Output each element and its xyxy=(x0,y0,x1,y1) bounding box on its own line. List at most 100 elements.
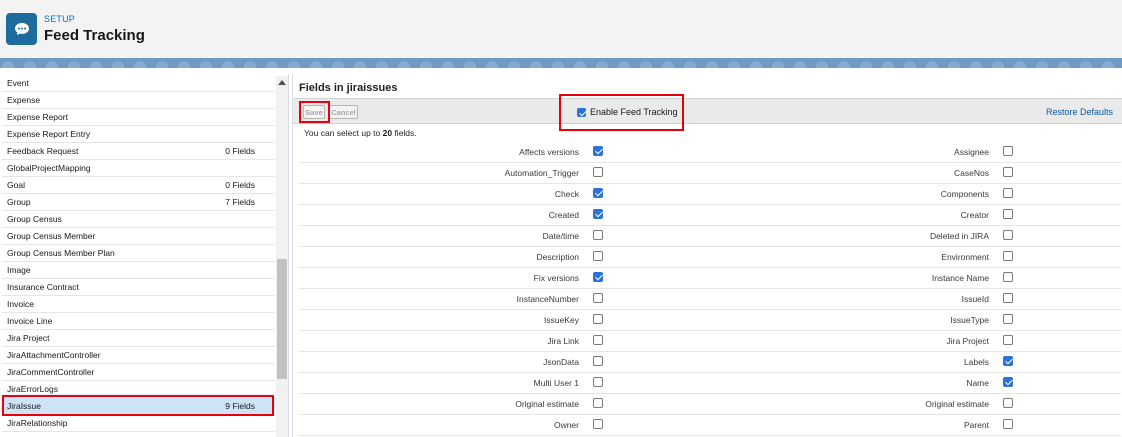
field-label: Environment xyxy=(941,252,989,262)
object-list-item[interactable]: Group Census Member xyxy=(2,228,275,245)
field-checkbox[interactable] xyxy=(593,293,603,303)
field-checkbox[interactable] xyxy=(593,377,603,387)
field-checkbox[interactable] xyxy=(1003,293,1013,303)
field-checkbox[interactable] xyxy=(593,314,603,324)
field-row: Owner Parent xyxy=(293,415,1122,436)
field-checkbox[interactable] xyxy=(593,167,603,177)
object-name: Event xyxy=(7,78,29,88)
object-list-item[interactable]: Insurance Contract xyxy=(2,279,275,296)
field-label: Fix versions xyxy=(533,273,579,283)
object-list-item[interactable]: Event xyxy=(2,75,275,92)
scroll-thumb[interactable] xyxy=(277,259,287,379)
field-checkbox[interactable] xyxy=(1003,398,1013,408)
field-label: Original estimate xyxy=(925,399,989,409)
field-label: Check xyxy=(554,189,579,199)
field-row: Multi User 1 Name xyxy=(293,373,1122,394)
field-label: Creator xyxy=(960,210,989,220)
restore-defaults-link[interactable]: Restore Defaults xyxy=(1046,107,1113,117)
selected-object-highlight xyxy=(2,395,274,416)
field-checkbox[interactable] xyxy=(1003,356,1013,366)
object-name: Expense Report xyxy=(7,112,68,122)
chat-bubble-icon xyxy=(6,13,37,45)
field-checkbox[interactable] xyxy=(1003,188,1013,198)
field-checkbox[interactable] xyxy=(1003,272,1013,282)
object-list-item[interactable]: Invoice xyxy=(2,296,275,313)
field-checkbox[interactable] xyxy=(593,188,603,198)
field-checkbox[interactable] xyxy=(1003,209,1013,219)
field-checkbox[interactable] xyxy=(593,272,603,282)
field-label: CaseNos xyxy=(954,168,989,178)
field-label: Automation_Trigger xyxy=(504,168,579,178)
field-checkbox[interactable] xyxy=(593,230,603,240)
field-checkbox[interactable] xyxy=(1003,419,1013,429)
fields-panel: Fields in jiraissues Save Cancel Enable … xyxy=(292,74,1122,437)
field-checkbox[interactable] xyxy=(593,335,603,345)
field-checkbox[interactable] xyxy=(593,146,603,156)
scroll-up-arrow-icon[interactable] xyxy=(278,80,286,85)
object-list-item[interactable]: Expense Report Entry xyxy=(2,126,275,143)
field-row: Created Creator xyxy=(293,205,1122,226)
field-checkbox[interactable] xyxy=(1003,314,1013,324)
field-label: Owner xyxy=(553,420,579,430)
object-name: Insurance Contract xyxy=(7,282,79,292)
object-list-item[interactable]: Image xyxy=(2,262,275,279)
field-label: Instance Name xyxy=(931,273,989,283)
object-list-item[interactable]: Invoice Line xyxy=(2,313,275,330)
object-list-item[interactable]: Group Census xyxy=(2,211,275,228)
field-label: Date/time xyxy=(542,231,579,241)
field-row: Description Environment xyxy=(293,247,1122,268)
object-list-item[interactable]: GlobalProjectMapping xyxy=(2,160,275,177)
object-field-count: 7 Fields xyxy=(225,197,255,207)
field-checkbox[interactable] xyxy=(1003,146,1013,156)
object-list-item[interactable]: Feedback Request 0 Fields xyxy=(2,143,275,160)
object-list-item[interactable]: Goal 0 Fields xyxy=(2,177,275,194)
object-name: Group Census Member xyxy=(7,231,96,241)
field-label: Affects versions xyxy=(519,147,579,157)
object-name: JiraRelationship xyxy=(7,418,68,428)
field-checkbox[interactable] xyxy=(1003,335,1013,345)
field-checkbox[interactable] xyxy=(593,251,603,261)
object-list-item[interactable]: Expense xyxy=(2,92,275,109)
object-name: GlobalProjectMapping xyxy=(7,163,91,173)
object-field-count: 0 Fields xyxy=(225,146,255,156)
object-name: Expense xyxy=(7,95,41,105)
field-label: Labels xyxy=(963,357,989,367)
decorative-band xyxy=(0,58,1122,68)
field-checkbox[interactable] xyxy=(593,209,603,219)
field-limit-hint: You can select up to 20 fields. xyxy=(304,128,417,138)
object-list: Event Expense Expense Report Expense Report… xyxy=(2,75,275,432)
field-label: Jira Link xyxy=(547,336,579,346)
field-row: Check Components xyxy=(293,184,1122,205)
object-name: Jira Project xyxy=(7,333,50,343)
object-list-item[interactable]: Jira Project xyxy=(2,330,275,347)
cancel-button[interactable]: Cancel xyxy=(329,105,358,119)
object-list-item[interactable]: JiraCommentController xyxy=(2,364,275,381)
object-name: Group Census xyxy=(7,214,62,224)
object-name: Group Census Member Plan xyxy=(7,248,115,258)
field-row: InstanceNumber IssueId xyxy=(293,289,1122,310)
scrollbar[interactable] xyxy=(276,76,288,437)
enable-feed-tracking-highlight xyxy=(559,94,684,131)
object-list-item[interactable]: Group Census Member Plan xyxy=(2,245,275,262)
object-list-item[interactable]: Group 7 Fields xyxy=(2,194,275,211)
field-checkbox[interactable] xyxy=(1003,251,1013,261)
object-list-item[interactable]: JiraRelationship xyxy=(2,415,275,432)
object-name: Goal xyxy=(7,180,25,190)
field-checkbox[interactable] xyxy=(1003,167,1013,177)
field-checkbox[interactable] xyxy=(593,419,603,429)
fields-grid: Affects versions Assignee Automation_Trigg… xyxy=(293,142,1122,436)
object-name: Group xyxy=(7,197,31,207)
field-label: Name xyxy=(966,378,989,388)
field-checkbox[interactable] xyxy=(1003,230,1013,240)
save-button-highlight xyxy=(299,101,330,123)
setup-label: SETUP xyxy=(44,14,76,24)
field-checkbox[interactable] xyxy=(593,398,603,408)
object-list-item[interactable]: JiraAttachmentController xyxy=(2,347,275,364)
object-list-item[interactable]: Expense Report xyxy=(2,109,275,126)
field-checkbox[interactable] xyxy=(1003,377,1013,387)
object-name: JiraErrorLogs xyxy=(7,384,59,394)
field-label: Multi User 1 xyxy=(533,378,579,388)
field-row: Date/time Deleted in JIRA xyxy=(293,226,1122,247)
field-label: JsonData xyxy=(543,357,579,367)
field-checkbox[interactable] xyxy=(593,356,603,366)
